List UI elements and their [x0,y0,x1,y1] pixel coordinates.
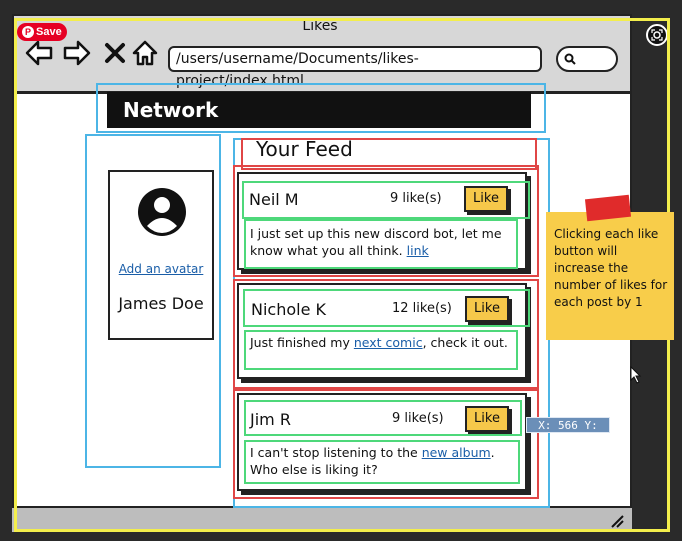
overlay-post-header-outline [243,289,530,327]
cursor-coordinates: X: 566 Y: 435 [526,417,610,448]
overlay-sidebar-outline [85,134,221,468]
overlay-header-outline [96,83,546,133]
overlay-post-body-outline [244,440,520,484]
overlay-post-header-outline [242,181,530,219]
overlay-post-body-outline [244,330,518,370]
sticky-tape [584,194,632,222]
sticky-note-text: Clicking each like button will increase … [554,227,668,309]
mouse-cursor-icon [630,366,642,384]
overlay-post-header-outline [244,400,522,436]
overlay-post-body-outline [244,219,518,269]
